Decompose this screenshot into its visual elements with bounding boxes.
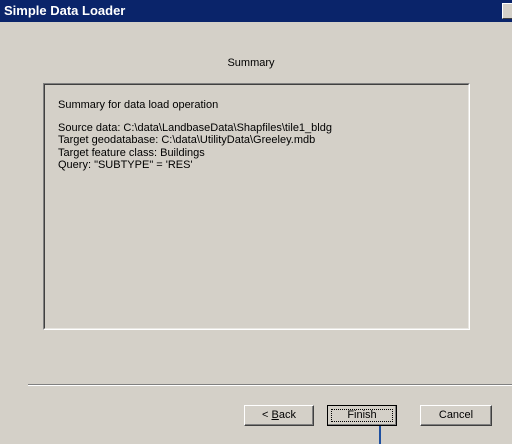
cancel-button-label: Cancel: [438, 409, 474, 421]
page-heading: Summary: [227, 57, 275, 69]
button-separator: [28, 384, 512, 386]
title-bar-button[interactable]: [502, 3, 512, 19]
query-line: Query: "SUBTYPE" = 'RES': [58, 159, 193, 171]
back-button-rest: ack: [278, 409, 296, 421]
summary-header: Summary for data load operation: [58, 99, 219, 111]
summary-text: Summary for data load operation Source d…: [58, 99, 332, 172]
callout-line: [379, 426, 381, 444]
cancel-button[interactable]: Cancel: [420, 405, 492, 426]
summary-panel-inner: Summary for data load operation Source d…: [44, 84, 469, 329]
window-title: Simple Data Loader: [4, 3, 126, 18]
back-button-prefix: <: [262, 409, 272, 421]
title-bar[interactable]: Simple Data Loader: [0, 0, 512, 22]
dialog-window: Simple Data Loader Summary Summary for d…: [0, 0, 512, 444]
back-button-mnemonic: B: [271, 409, 279, 421]
summary-panel: Summary for data load operation Source d…: [43, 83, 470, 330]
finish-button-label: Finish: [347, 409, 377, 421]
source-data-line: Source data: C:\data\LandbaseData\Shapfi…: [58, 121, 332, 134]
target-feature-class-line: Target feature class: Buildings: [58, 146, 205, 159]
finish-button[interactable]: Finish: [327, 405, 397, 426]
back-button[interactable]: < Back: [244, 405, 314, 426]
target-geodatabase-line: Target geodatabase: C:\data\UtilityData\…: [58, 134, 316, 146]
